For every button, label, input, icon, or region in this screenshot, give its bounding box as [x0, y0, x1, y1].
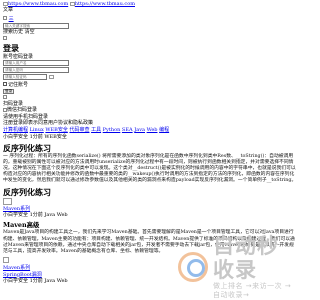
site-logo-link[interactable]: https://www.tbmau.com [8, 1, 68, 7]
tag-list: 计算机编程 Linux WEB安全 代码审查 工具 Python SEA Jav… [3, 127, 297, 133]
captcha-input[interactable] [3, 74, 47, 81]
login-button[interactable]: 登录 [3, 89, 15, 95]
search-icon[interactable] [3, 36, 7, 41]
tag-link[interactable]: Linux [30, 127, 44, 133]
menu-row: 三 [3, 16, 297, 22]
watermark-subtitle: 做上排名 →来访一次 →自动收录→ [213, 282, 292, 299]
article-thumbnail[interactable] [3, 197, 12, 205]
tag-link[interactable]: 代码审查 [69, 127, 89, 133]
tag-link[interactable]: 工具 [91, 127, 101, 133]
watermark-overlay: 自动秒收录 做上排名 →来访一次 →自动收录→ [178, 234, 298, 299]
tag-link[interactable]: WEB安全 [45, 127, 67, 133]
article-title-maven[interactable]: Maven高级 [3, 221, 297, 229]
tag-link[interactable]: SEA [122, 127, 133, 133]
tag-link[interactable]: Web [147, 127, 158, 133]
article-title[interactable]: 反序列化练习 [3, 143, 297, 153]
watermark-logo-icon [178, 252, 208, 282]
section-title[interactable]: 反序列化练习 [3, 187, 297, 197]
remember-checkbox[interactable] [3, 82, 7, 87]
qr-code-icon[interactable] [3, 95, 7, 100]
captcha-image[interactable] [48, 74, 54, 79]
nav-articles[interactable]: 文章 [3, 7, 297, 13]
tag-link[interactable]: Java [134, 127, 145, 133]
article-excerpt: 一 序列化过程：所有的序列化函数serialize() 将所需要添加的类对象序列… [3, 153, 297, 184]
search-icon-row [3, 36, 297, 42]
wechat-login-label[interactable]: 微信扫码登录 [7, 107, 37, 113]
captcha-row [3, 74, 297, 81]
site-logo-link-alt[interactable]: https://www.tbmau.com [75, 1, 135, 7]
password-input[interactable] [3, 67, 69, 74]
remember-label: 记住账号 [8, 81, 29, 88]
menu-link[interactable]: 三 [9, 16, 14, 22]
menu-icon[interactable] [3, 16, 7, 21]
tag-link[interactable]: 计算机编程 [3, 127, 28, 133]
watermark-title: 自动秒收录 [213, 234, 279, 282]
login-title: 登录 [3, 43, 19, 54]
tag-link[interactable]: 编程 [159, 127, 169, 133]
tag-link[interactable]: Python [103, 127, 121, 133]
username-input[interactable] [3, 60, 69, 67]
article-meta-top: 小白学安全 1分前 WEB安全 [3, 134, 67, 141]
article-thumbnail-maven[interactable] [3, 257, 9, 264]
article-meta: 小白学安全 1分前 Java Web [3, 211, 68, 218]
